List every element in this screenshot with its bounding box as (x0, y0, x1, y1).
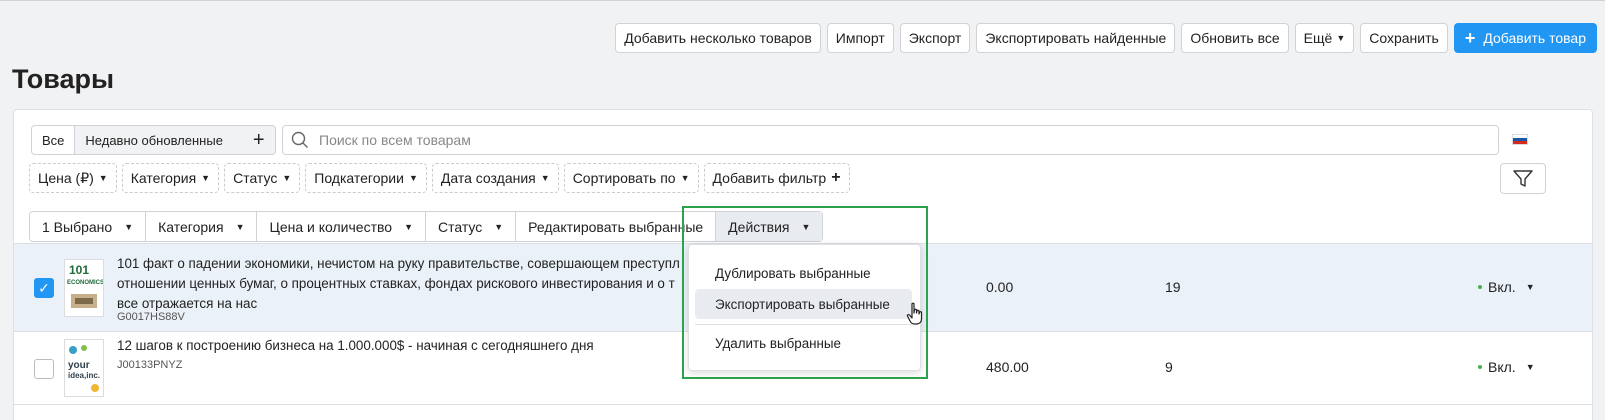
save-button[interactable]: Сохранить (1360, 23, 1448, 53)
caret-down-icon: ▼ (801, 221, 811, 232)
tab-all[interactable]: Все (32, 126, 76, 154)
add-multiple-button[interactable]: Добавить несколько товаров (615, 23, 821, 53)
svg-text:101: 101 (69, 263, 89, 277)
product-price[interactable]: 480.00 (986, 359, 1029, 375)
caret-down-icon: ▼ (680, 173, 690, 183)
product-name-line: 101 факт о падении экономики, нечистом н… (117, 256, 680, 271)
caret-down-icon: ▼ (201, 173, 211, 183)
svg-text:your: your (68, 360, 90, 371)
caret-down-icon: ▼ (282, 173, 292, 183)
page-title: Товары (12, 64, 115, 94)
bulk-label: 1 Выбрано (42, 218, 113, 235)
add-product-label: Добавить товар (1483, 30, 1586, 46)
funnel-icon (1513, 169, 1533, 187)
more-button[interactable]: Ещё ▼ (1294, 23, 1355, 53)
product-thumbnail: your idea,inc. (64, 339, 104, 397)
row-checkbox[interactable] (34, 359, 54, 379)
filter-status[interactable]: Статус ▼ (224, 163, 301, 193)
status-select[interactable]: Вкл. ▼ (1478, 279, 1535, 295)
plus-icon: + (1464, 27, 1476, 48)
caret-down-icon: ▼ (540, 173, 550, 183)
tab-recent[interactable]: Недавно обновленные (75, 126, 233, 154)
svg-text:idea,inc.: idea,inc. (68, 371, 100, 380)
product-name-line: 12 шагов к построению бизнеса на 1.000.0… (117, 338, 594, 353)
export-selected-item[interactable]: Экспортировать выбранные (695, 289, 912, 319)
caret-down-icon: ▼ (1525, 282, 1535, 292)
filter-bar: Цена (₽) ▼ Категория ▼ Статус ▼ Подкатегори… (29, 163, 850, 193)
search-icon (291, 131, 308, 148)
actions-dropdown-menu: Дублировать выбранные Экспортировать выб… (688, 244, 921, 371)
caret-down-icon: ▼ (1336, 33, 1346, 43)
search-box[interactable] (282, 125, 1499, 155)
update-all-button[interactable]: Обновить все (1181, 23, 1289, 53)
top-border (0, 0, 1605, 3)
caret-down-icon: ▼ (235, 221, 245, 232)
product-sku: J00133PNYZ (117, 359, 183, 371)
product-name[interactable]: 12 шагов к построению бизнеса на 1.000.0… (117, 336, 697, 356)
selected-count-button[interactable]: 1 Выбрано ▼ (30, 212, 147, 241)
product-name-line: все отражается на нас (117, 296, 258, 311)
product-name[interactable]: 101 факт о падении экономики, нечистом н… (117, 254, 697, 314)
export-button[interactable]: Экспорт (899, 23, 971, 53)
filter-label: Подкатегории (314, 170, 404, 186)
bulk-label: Категория (158, 218, 224, 235)
filter-label: Добавить фильтр (712, 170, 827, 186)
filter-price[interactable]: Цена (₽) ▼ (29, 163, 117, 193)
add-filter-button[interactable]: Добавить фильтр + (703, 163, 850, 193)
filter-funnel-button[interactable] (1500, 163, 1546, 194)
product-quantity[interactable]: 9 (1165, 359, 1173, 375)
page-toolbar: Добавить несколько товаров Импорт Экспор… (615, 23, 1597, 53)
plus-icon: + (831, 169, 841, 186)
filter-sort-by[interactable]: Сортировать по ▼ (563, 163, 699, 193)
add-view-button[interactable]: + (233, 126, 275, 154)
status-select[interactable]: Вкл. ▼ (1478, 359, 1535, 375)
bulk-status-button[interactable]: Статус ▼ (426, 212, 517, 241)
delete-selected-item[interactable]: Удалить выбранные (695, 328, 912, 358)
product-price[interactable]: 0.00 (986, 279, 1013, 295)
caret-down-icon: ▼ (404, 221, 413, 232)
row-checkbox[interactable]: ✓ (34, 278, 54, 298)
bulk-category-button[interactable]: Категория ▼ (146, 212, 258, 241)
edit-selected-button[interactable]: Редактировать выбранные (516, 212, 717, 241)
filter-label: Дата создания (440, 170, 536, 186)
hand-cursor-icon (906, 302, 924, 329)
add-product-button[interactable]: + Добавить товар (1453, 23, 1597, 53)
duplicate-selected-item[interactable]: Дублировать выбранные (695, 258, 912, 288)
status-dot-icon (1478, 365, 1482, 369)
filter-label: Категория (130, 170, 197, 186)
filter-category[interactable]: Категория ▼ (121, 163, 220, 193)
caret-down-icon: ▼ (408, 173, 418, 183)
more-label: Ещё (1303, 30, 1333, 46)
filter-label: Статус (233, 170, 278, 186)
filter-label: Сортировать по (572, 170, 676, 186)
status-label: Вкл. (1488, 279, 1516, 295)
filter-created-date[interactable]: Дата создания ▼ (431, 163, 559, 193)
export-found-button[interactable]: Экспортировать найденные (976, 23, 1176, 53)
caret-down-icon: ▼ (494, 221, 504, 232)
bulk-label: Цена и количество (269, 218, 393, 235)
product-quantity[interactable]: 19 (1165, 279, 1181, 295)
checkmark-icon: ✓ (38, 279, 50, 296)
bulk-actions-bar: 1 Выбрано ▼ Категория ▼ Цена и количество ▼… (29, 211, 824, 242)
view-tabs: Все Недавно обновленные + (31, 125, 276, 155)
product-sku: G0017HS88V (117, 311, 185, 323)
svg-text:ECONOMICS: ECONOMICS (67, 280, 103, 286)
status-dot-icon (1478, 285, 1482, 289)
bulk-price-qty-button[interactable]: Цена и количество ▼ (257, 212, 426, 241)
bulk-label: Статус (437, 218, 483, 235)
caret-down-icon: ▼ (1525, 362, 1535, 372)
product-thumbnail: 101 ECONOMICS (64, 259, 104, 317)
menu-divider (695, 324, 912, 325)
caret-down-icon: ▼ (98, 173, 108, 183)
import-button[interactable]: Импорт (826, 23, 894, 53)
search-input[interactable] (319, 132, 1419, 148)
caret-down-icon: ▼ (124, 221, 134, 232)
status-label: Вкл. (1488, 359, 1516, 375)
language-flag-icon[interactable] (1512, 134, 1528, 145)
filter-subcategories[interactable]: Подкатегории ▼ (305, 163, 427, 193)
actions-button[interactable]: Действия ▼ (716, 212, 823, 241)
product-name-line: отношении ценных бумаг, о процентных ста… (117, 276, 675, 291)
bulk-label: Действия (728, 218, 790, 235)
filter-label: Цена (₽) (38, 169, 94, 186)
